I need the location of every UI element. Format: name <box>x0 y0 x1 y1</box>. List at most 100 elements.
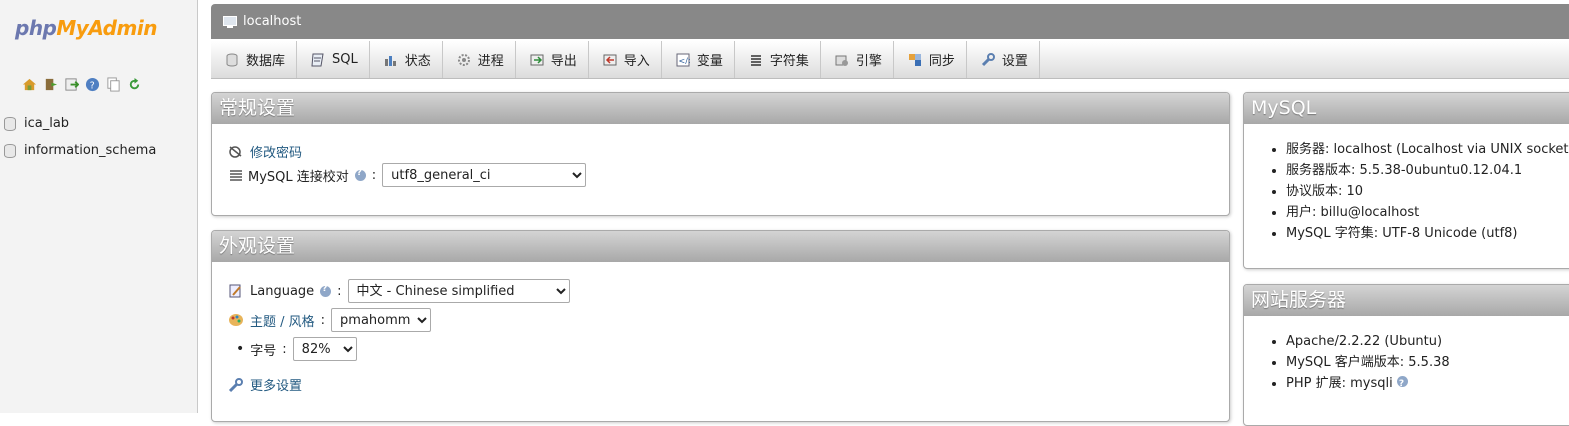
charset-icon <box>750 54 761 66</box>
database-item[interactable]: information_schema <box>4 137 156 164</box>
database-list: ica_lab information_schema <box>4 110 156 164</box>
tab-charsets[interactable]: 字符集 <box>735 41 821 78</box>
colon: : <box>320 312 326 328</box>
phpmyadmin-logo[interactable]: phpMyAdmin <box>15 16 157 40</box>
password-icon <box>229 145 242 158</box>
database-name: information_schema <box>24 143 157 158</box>
svg-text:?: ? <box>90 80 95 91</box>
help-icon[interactable] <box>320 284 332 297</box>
sync-icon <box>908 53 921 66</box>
change-password-row: 修改密码 <box>228 142 302 161</box>
tab-databases[interactable]: 数据库 <box>211 41 298 78</box>
database-icon <box>4 117 16 131</box>
exit-icon[interactable] <box>43 77 58 92</box>
tab-label: 字符集 <box>769 54 809 69</box>
appearance-settings-panel: 外观设置 Language : 中文 - Chinese simplified … <box>211 230 1230 422</box>
tab-label: 同步 <box>928 54 955 69</box>
more-settings-row: 更多设置 <box>228 375 302 394</box>
variables-icon: </> <box>676 53 690 66</box>
tab-label: SQL <box>332 52 358 67</box>
tab-label: 进程 <box>477 54 504 69</box>
font-size-row: • 字号: 82% <box>236 337 357 361</box>
web-server-panel: 网站服务器 Apache/2.2.22 (Ubuntu) MySQL 客户端版本… <box>1243 284 1569 426</box>
web-server-info-list: Apache/2.2.22 (Ubuntu) MySQL 客户端版本: 5.5.… <box>1264 331 1450 395</box>
collation-label: MySQL 连接校对 <box>248 169 349 185</box>
theme-link[interactable]: 主题 / 风格 <box>250 311 315 330</box>
tab-settings[interactable]: 设置 <box>967 41 1040 78</box>
theme-row: 主题 / 风格: pmahomme <box>228 308 432 332</box>
colon: : <box>337 283 342 299</box>
tab-variables[interactable]: </> 变量 <box>662 41 735 78</box>
settings-icon <box>981 52 995 66</box>
help-icon[interactable] <box>354 168 366 181</box>
database-item[interactable]: ica_lab <box>4 110 156 137</box>
sql-icon <box>311 53 324 66</box>
database-name: ica_lab <box>24 116 70 131</box>
info-item: PHP 扩展: mysqli <box>1286 373 1450 395</box>
font-size-label: 字号 <box>250 343 277 359</box>
info-item: MySQL 客户端版本: 5.5.38 <box>1286 352 1450 373</box>
tab-label: 状态 <box>404 54 431 69</box>
database-icon <box>4 144 16 158</box>
panel-title: 网站服务器 <box>1244 285 1569 316</box>
language-row: Language : 中文 - Chinese simplified <box>228 279 570 303</box>
info-item: MySQL 字符集: UTF-8 Unicode (utf8) <box>1286 223 1569 244</box>
theme-select[interactable]: pmahomme <box>331 308 432 332</box>
palette-icon <box>229 314 243 326</box>
language-icon <box>229 284 241 298</box>
collation-row: MySQL 连接校对 : utf8_general_ci <box>230 163 587 187</box>
docs-icon[interactable]: ? <box>85 77 100 92</box>
tab-label: 设置 <box>1001 54 1028 69</box>
nav-icon-bar: ? <box>22 77 142 92</box>
database-icon <box>226 53 238 66</box>
language-label: Language <box>250 283 315 299</box>
query-icon[interactable] <box>64 77 79 92</box>
info-item-text: PHP 扩展: mysqli <box>1286 376 1393 391</box>
info-item: Apache/2.2.22 (Ubuntu) <box>1286 331 1450 352</box>
tab-import[interactable]: 导入 <box>589 41 662 78</box>
colon: : <box>371 167 377 183</box>
navigation-panel: phpMyAdmin ? ica_lab information_schema <box>0 0 198 413</box>
engine-icon <box>835 55 848 66</box>
status-icon <box>384 55 396 66</box>
help-icon[interactable] <box>1396 374 1408 395</box>
mysql-info-list: 服务器: localhost (Localhost via UNIX socke… <box>1264 139 1569 244</box>
info-item: 协议版本: 10 <box>1286 181 1569 202</box>
server-breadcrumb-bar: localhost <box>211 4 1569 39</box>
mysql-info-panel: MySQL 服务器: localhost (Localhost via UNIX… <box>1243 92 1569 269</box>
language-select[interactable]: 中文 - Chinese simplified <box>347 279 570 303</box>
info-item: 服务器: localhost (Localhost via UNIX socke… <box>1286 139 1569 160</box>
tab-label: 导出 <box>550 54 577 69</box>
svg-text:</>: </> <box>678 56 690 65</box>
export-icon <box>530 54 544 65</box>
tab-label: 导入 <box>623 54 650 69</box>
copy-icon[interactable] <box>106 77 121 92</box>
reload-icon[interactable] <box>127 77 142 92</box>
logo-php-text: php <box>15 16 57 40</box>
panel-title: 外观设置 <box>212 231 1229 262</box>
tab-replication[interactable]: 同步 <box>894 41 967 78</box>
import-icon <box>603 54 617 65</box>
home-icon[interactable] <box>22 77 37 92</box>
panel-title: 常规设置 <box>212 93 1229 124</box>
bullet: • <box>236 341 245 357</box>
colon: : <box>282 341 287 357</box>
server-title-link[interactable]: localhost <box>243 14 301 29</box>
change-password-link[interactable]: 修改密码 <box>250 142 302 161</box>
tab-processes[interactable]: 进程 <box>443 41 516 78</box>
logo-myadmin-text: MyAdmin <box>56 16 157 40</box>
more-settings-link[interactable]: 更多设置 <box>250 375 302 394</box>
tab-engines[interactable]: 引擎 <box>821 41 894 78</box>
tab-label: 变量 <box>696 54 723 69</box>
info-item: 服务器版本: 5.5.38-0ubuntu0.12.04.1 <box>1286 160 1569 181</box>
server-icon <box>223 15 237 28</box>
wrench-icon <box>228 377 243 392</box>
collation-select[interactable]: utf8_general_ci <box>382 163 587 187</box>
font-size-select[interactable]: 82% <box>292 337 357 361</box>
tab-status[interactable]: 状态 <box>370 41 443 78</box>
tab-label: 引擎 <box>855 54 882 69</box>
tab-sql[interactable]: SQL <box>297 41 370 78</box>
tab-label: 数据库 <box>246 54 286 69</box>
tab-export[interactable]: 导出 <box>516 41 589 78</box>
process-icon <box>457 53 470 66</box>
